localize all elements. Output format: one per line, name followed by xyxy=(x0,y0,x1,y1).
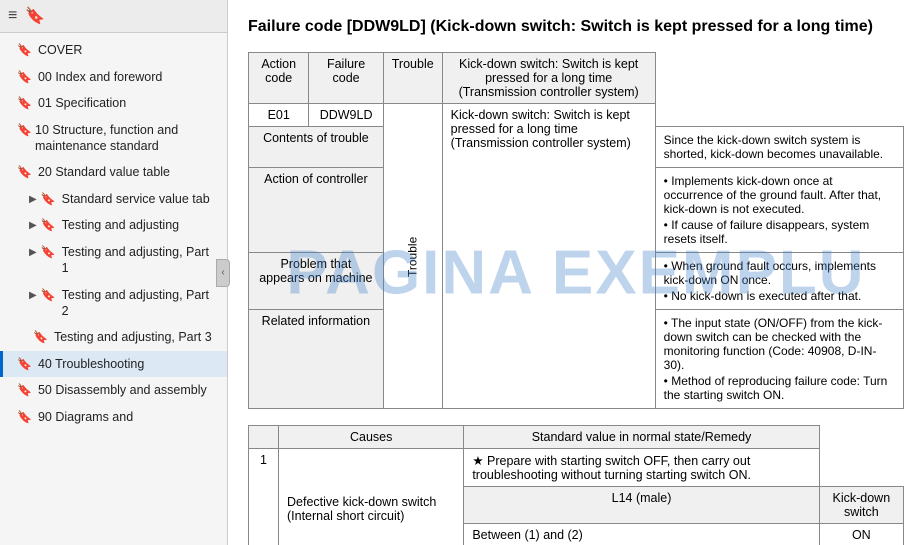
col-description-header: Kick-down switch: Switch is kept pressed… xyxy=(442,53,655,104)
sidebar-item-90-diagrams[interactable]: 🔖 90 Diagrams and xyxy=(0,404,227,431)
row-label: Related information xyxy=(249,310,384,409)
sidebar-item-testing-adj[interactable]: ▶ 🔖 Testing and adjusting xyxy=(0,212,227,239)
bookmark-icon: 🔖 xyxy=(17,70,32,86)
remedy-text: ★ Prepare with starting switch OFF, then… xyxy=(464,449,819,487)
menu-icon[interactable]: ≡ xyxy=(8,7,17,25)
action-code-value: E01 xyxy=(249,104,309,127)
sidebar-item-label: 40 Troubleshooting xyxy=(38,356,144,372)
sidebar-item-label: 10 Structure, function and maintenance s… xyxy=(35,122,219,155)
trouble-cell: Trouble xyxy=(383,104,442,409)
sidebar-item-label: Testing and adjusting, Part 2 xyxy=(62,287,219,320)
sidebar-list: 🔖 COVER 🔖 00 Index and foreword 🔖 01 Specific… xyxy=(0,33,227,545)
sidebar-item-label: 50 Disassembly and assembly xyxy=(38,382,207,398)
sidebar-item-40-trouble[interactable]: 🔖 40 Troubleshooting xyxy=(0,351,227,378)
measurement-header: Kick-down switch xyxy=(819,487,903,524)
row-content: • When ground fault occurs, implements k… xyxy=(655,253,903,310)
sidebar-item-cover[interactable]: 🔖 COVER xyxy=(0,37,227,64)
sidebar-item-50-disassembly[interactable]: 🔖 50 Disassembly and assembly xyxy=(0,377,227,404)
row-label: Action of controller xyxy=(249,168,384,253)
causes-row: 1Defective kick-down switch (Internal sh… xyxy=(249,449,904,487)
between-label: Between (1) and (2) xyxy=(464,524,819,545)
causes-table: Causes Standard value in normal state/Re… xyxy=(248,425,904,545)
on-value: ON xyxy=(819,524,903,545)
cause-text: Defective kick-down switch (Internal sho… xyxy=(279,449,464,545)
page-title: Failure code [DDW9LD] (Kick-down switch:… xyxy=(248,16,904,38)
description-cell: Kick-down switch: Switch is kept pressed… xyxy=(442,104,655,409)
col-action-code-header: Action code xyxy=(249,53,309,104)
bookmark-icon: 🔖 xyxy=(17,43,32,59)
causes-col-header: Causes xyxy=(279,426,464,449)
sidebar-item-label: COVER xyxy=(38,42,82,58)
row-content: • Implements kick-down once at occurrenc… xyxy=(655,168,903,253)
sidebar-item-label: Testing and adjusting xyxy=(62,217,179,233)
bookmark-icon: 🔖 xyxy=(41,218,56,234)
sidebar-item-standard-service[interactable]: ▶ 🔖 Standard service value tab xyxy=(0,186,227,213)
sidebar-item-label: 20 Standard value table xyxy=(38,164,170,180)
bookmark-icon: 🔖 xyxy=(17,383,32,399)
bookmark-icon: 🔖 xyxy=(17,410,32,426)
sidebar-item-01-spec[interactable]: 🔖 01 Specification xyxy=(0,90,227,117)
cause-num: 1 xyxy=(249,449,279,545)
row-label: Problem that appears on machine xyxy=(249,253,384,310)
col-failure-code-header: Failure code xyxy=(309,53,383,104)
bookmark-icon: 🔖 xyxy=(17,357,32,373)
sidebar-item-testing-p3[interactable]: 🔖 Testing and adjusting, Part 3 xyxy=(0,324,227,351)
sidebar-item-00-index[interactable]: 🔖 00 Index and foreword xyxy=(0,64,227,91)
col-trouble-header: Trouble xyxy=(383,53,442,104)
row-content: Since the kick-down switch system is sho… xyxy=(655,127,903,168)
main-content: PAGINA EXEMPLU Failure code [DDW9LD] (Ki… xyxy=(228,0,924,545)
bookmark-icon: 🔖 xyxy=(41,245,56,261)
bookmark-icon: 🔖 xyxy=(41,192,56,208)
connector-header: L14 (male) xyxy=(464,487,819,524)
arrow-icon: ▶ xyxy=(29,246,37,259)
bookmark-icon: 🔖 xyxy=(17,96,32,112)
info-table: Action code Failure code Trouble Kick-do… xyxy=(248,52,904,409)
sidebar-item-label: Testing and adjusting, Part 3 xyxy=(54,329,212,345)
arrow-icon: ▶ xyxy=(29,289,37,302)
sidebar-item-label: Standard service value tab xyxy=(62,191,210,207)
row-label: Contents of trouble xyxy=(249,127,384,168)
remedy-col-header: Standard value in normal state/Remedy xyxy=(464,426,819,449)
sidebar-item-label: 90 Diagrams and xyxy=(38,409,133,425)
sidebar-toolbar: ≡ 🔖 xyxy=(0,0,227,33)
bookmark-icon: 🔖 xyxy=(41,288,56,304)
arrow-icon: ▶ xyxy=(29,193,37,206)
sidebar-item-10-structure[interactable]: 🔖 10 Structure, function and maintenance … xyxy=(0,117,227,160)
bookmark-toolbar-icon[interactable]: 🔖 xyxy=(25,6,45,26)
failure-code-value: DDW9LD xyxy=(309,104,383,127)
bookmark-icon: 🔖 xyxy=(17,123,29,139)
sidebar-item-testing-p2[interactable]: ▶ 🔖 Testing and adjusting, Part 2 xyxy=(0,282,227,325)
bookmark-icon: 🔖 xyxy=(33,330,48,346)
row-content: • The input state (ON/OFF) from the kick… xyxy=(655,310,903,409)
sidebar-item-label: 00 Index and foreword xyxy=(38,69,162,85)
sidebar-item-20-standard[interactable]: 🔖 20 Standard value table xyxy=(0,159,227,186)
sidebar-collapse-button[interactable]: ‹ xyxy=(216,259,230,287)
sidebar-item-testing-p1[interactable]: ▶ 🔖 Testing and adjusting, Part 1 xyxy=(0,239,227,282)
bookmark-icon: 🔖 xyxy=(17,165,32,181)
sidebar: ≡ 🔖 🔖 COVER 🔖 00 Index and foreword 🔖 01 Spec… xyxy=(0,0,228,545)
arrow-icon: ▶ xyxy=(29,219,37,232)
sidebar-item-label: Testing and adjusting, Part 1 xyxy=(62,244,219,277)
sidebar-item-label: 01 Specification xyxy=(38,95,126,111)
causes-num-header xyxy=(249,426,279,449)
